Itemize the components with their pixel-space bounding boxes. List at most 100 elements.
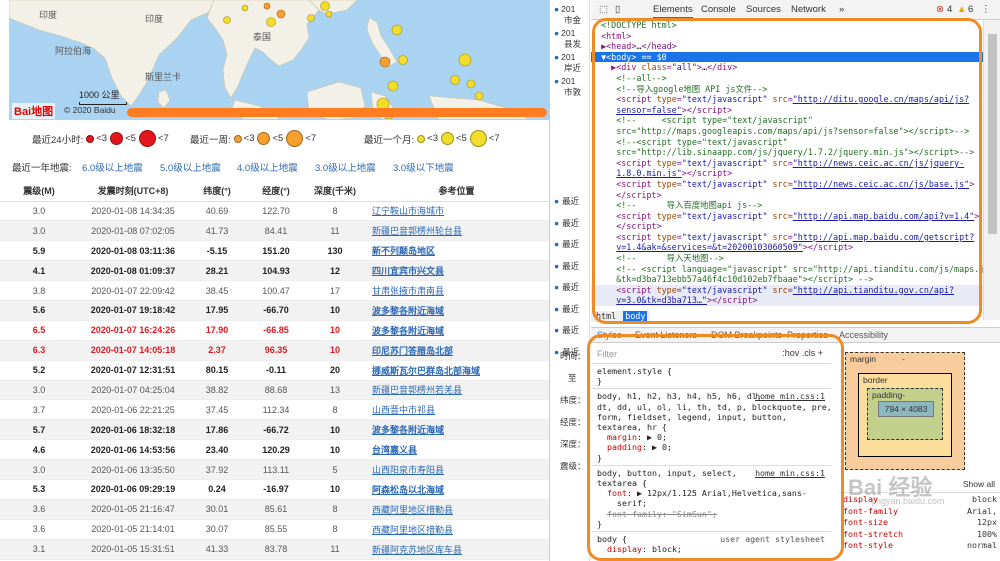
dom-line[interactable]: src="http://lib.sinaapp.com/js/jquery/1.…	[591, 147, 983, 158]
computed-row[interactable]: font-stretch 100%	[843, 529, 997, 541]
warning-count-icon[interactable]: ▲	[957, 4, 966, 15]
tab-event-listeners[interactable]: Event Listeners	[635, 330, 697, 340]
style-rule[interactable]: user agent stylesheet body { display: blo…	[591, 532, 831, 556]
location-link[interactable]: 甘肃张掖市肃南县	[372, 286, 444, 296]
col-latitude[interactable]: 纬度(°)	[188, 180, 246, 202]
dom-line[interactable]: ▶<head>…</head>	[591, 41, 983, 52]
recent-item[interactable]: ● 最近	[554, 260, 579, 272]
dom-line[interactable]: <!--导入google地图 API js文件-->	[591, 84, 983, 95]
scroll-thumb[interactable]	[988, 34, 997, 234]
filter-controls[interactable]: :hov .cls +	[782, 348, 823, 358]
dom-line[interactable]: <!--all-->	[591, 73, 983, 84]
earthquake-map[interactable]: 印度 阿拉伯海 斯里兰卡 泰国 印度 1000 公里 Bai地图 © 2020 …	[9, 0, 549, 120]
elements-tree[interactable]: <!DOCTYPE html> <html> ▶<head>…</head> ▼…	[591, 20, 983, 320]
box-margin[interactable]: margin - border padding- 794 × 4083	[845, 352, 965, 470]
show-all-checkbox[interactable]: Show all	[963, 479, 995, 491]
tab-styles[interactable]: Styles	[597, 330, 622, 340]
col-longitude[interactable]: 经度(°)	[246, 180, 306, 202]
recent-item[interactable]: ● 最近	[554, 324, 579, 336]
tab-more[interactable]: »	[839, 4, 844, 15]
dom-line[interactable]: &tk=d3ba713ebb57a46f4c10d102eb7fbaae"></…	[591, 274, 983, 285]
settings-icon[interactable]: ⋮	[981, 4, 991, 15]
tab-elements[interactable]: Elements	[653, 4, 693, 19]
news-item[interactable]: ● 201 岸近	[554, 52, 589, 74]
tab-console[interactable]: Console	[701, 4, 736, 15]
dom-line[interactable]: v=3.0&tk=d3ba713…"></script>	[591, 295, 983, 307]
recent-item[interactable]: ● 最近	[554, 195, 579, 207]
location-link[interactable]: 新不列颠岛地区	[372, 246, 435, 256]
dom-line[interactable]: <script type="text/javascript" src="http…	[591, 179, 983, 190]
recent-item[interactable]: ● 最近	[554, 281, 579, 293]
news-item[interactable]: ● 201 市敦	[554, 76, 589, 98]
dom-line[interactable]: </script>	[591, 190, 983, 201]
computed-row[interactable]: font-family Arial,	[843, 506, 997, 518]
computed-row[interactable]: font-style normal	[843, 540, 997, 552]
style-rule[interactable]: element.style { }	[591, 364, 831, 390]
dom-line[interactable]: <script type="text/javascript" src="http…	[591, 232, 983, 243]
location-link[interactable]: 波多黎各附近海域	[372, 306, 444, 316]
dom-line[interactable]: <!-- <script type="text/javascript"	[591, 115, 983, 126]
tab-accessibility[interactable]: Accessibility	[839, 330, 888, 340]
filter-link-below3[interactable]: 3.0级以下地震	[393, 160, 454, 174]
dom-line[interactable]: <!DOCTYPE html>	[591, 20, 983, 31]
col-depth[interactable]: 深度(千米)	[306, 180, 364, 202]
dom-line[interactable]: 1.8.0.min.js"></script>	[591, 168, 983, 179]
location-link[interactable]: 新疆巴音郭楞州轮台县	[372, 226, 462, 236]
box-content[interactable]: 794 × 4083	[878, 401, 934, 417]
location-link[interactable]: 西藏阿里地区措勤县	[372, 525, 453, 535]
location-link[interactable]: 波多黎各附近海域	[372, 326, 444, 336]
elements-scrollbar[interactable]	[983, 20, 1000, 320]
col-time[interactable]: 发震时刻(UTC+8)	[78, 180, 188, 202]
filter-link-3[interactable]: 3.0级以上地震	[315, 160, 376, 174]
recent-item[interactable]: ● 最近	[554, 303, 579, 315]
news-item[interactable]: ● 201 县发	[554, 28, 589, 50]
baidu-map-logo[interactable]: Bai地图	[12, 103, 56, 119]
dom-line[interactable]: <!-- <script language="javascript" src="…	[591, 264, 983, 275]
dom-line[interactable]: <!-- 导入百度地图api js-->	[591, 200, 983, 211]
location-link[interactable]: 山西晋中市祁县	[372, 405, 435, 415]
col-location[interactable]: 参考位置	[364, 180, 549, 202]
recent-item[interactable]: ● 最近	[554, 217, 579, 229]
dom-line[interactable]: <!--<script type="text/javascript"	[591, 137, 983, 148]
device-toggle-icon[interactable]: ▯	[615, 4, 620, 15]
style-rule[interactable]: home_min.css:1 body, button, input, selec…	[591, 466, 831, 533]
inspect-icon[interactable]: ⬚	[599, 4, 608, 15]
box-padding[interactable]: padding- 794 × 4083	[867, 388, 943, 440]
filter-link-4[interactable]: 4.0级以上地震	[237, 160, 298, 174]
dom-line[interactable]: <script type="text/javascript" src="http…	[591, 284, 983, 296]
dom-line-selected[interactable]: ▼<body> == $0	[591, 51, 983, 63]
breadcrumb-html[interactable]: html	[594, 311, 618, 321]
dom-line[interactable]: sensor=false"></script>	[591, 105, 983, 116]
location-link[interactable]: 辽宁鞍山市海城市	[372, 206, 444, 216]
tab-dom-breakpoints[interactable]: DOM Breakpoints	[711, 330, 782, 340]
filter-link-6[interactable]: 6.0级以上地震	[82, 160, 143, 174]
dom-line[interactable]: v=1.4&ak=&services=&t=20200103060509"></…	[591, 242, 983, 253]
location-link[interactable]: 波多黎各附近海域	[372, 425, 444, 435]
dom-line[interactable]: <html>	[591, 31, 983, 42]
dom-line[interactable]: ▶<div class="all">…</div>	[591, 62, 983, 73]
tab-network[interactable]: Network	[791, 4, 826, 15]
breadcrumb-body[interactable]: body	[623, 311, 648, 321]
warning-count[interactable]: 6	[968, 4, 973, 15]
dom-line[interactable]: <script type="text/javascript" src="http…	[591, 158, 983, 169]
error-count-icon[interactable]: ⊗	[936, 4, 944, 15]
filter-link-5[interactable]: 5.0级以上地震	[160, 160, 221, 174]
location-link[interactable]: 新疆巴音郭楞州若羌县	[372, 385, 462, 395]
tab-properties[interactable]: Properties	[787, 330, 828, 340]
location-link[interactable]: 山西阳泉市寿阳县	[372, 465, 444, 475]
recent-item[interactable]: ● 最近	[554, 238, 579, 250]
error-count[interactable]: 4	[947, 4, 952, 15]
location-link[interactable]: 挪威斯瓦尔巴群岛北部海域	[372, 366, 480, 376]
dom-line[interactable]: <script type="text/javascript" src="http…	[591, 211, 983, 222]
dom-line[interactable]: </script>	[591, 221, 983, 232]
tab-sources[interactable]: Sources	[746, 4, 781, 15]
dom-line[interactable]: src="http://maps.googleapis.com/maps/api…	[591, 126, 983, 137]
location-link[interactable]: 印尼苏门答腊岛北部	[372, 346, 453, 356]
computed-row[interactable]: font-size 12px	[843, 517, 997, 529]
dom-line[interactable]: <!-- 导入天地图-->	[591, 253, 983, 264]
location-link[interactable]: 西藏阿里地区措勤县	[372, 505, 453, 515]
styles-filter-input[interactable]: Filter :hov .cls +	[591, 344, 831, 364]
dom-line[interactable]: <script type="text/javascript" src="http…	[591, 94, 983, 105]
news-item[interactable]: ● 201 市金	[554, 4, 589, 26]
col-magnitude[interactable]: 震级(M)	[0, 180, 78, 202]
